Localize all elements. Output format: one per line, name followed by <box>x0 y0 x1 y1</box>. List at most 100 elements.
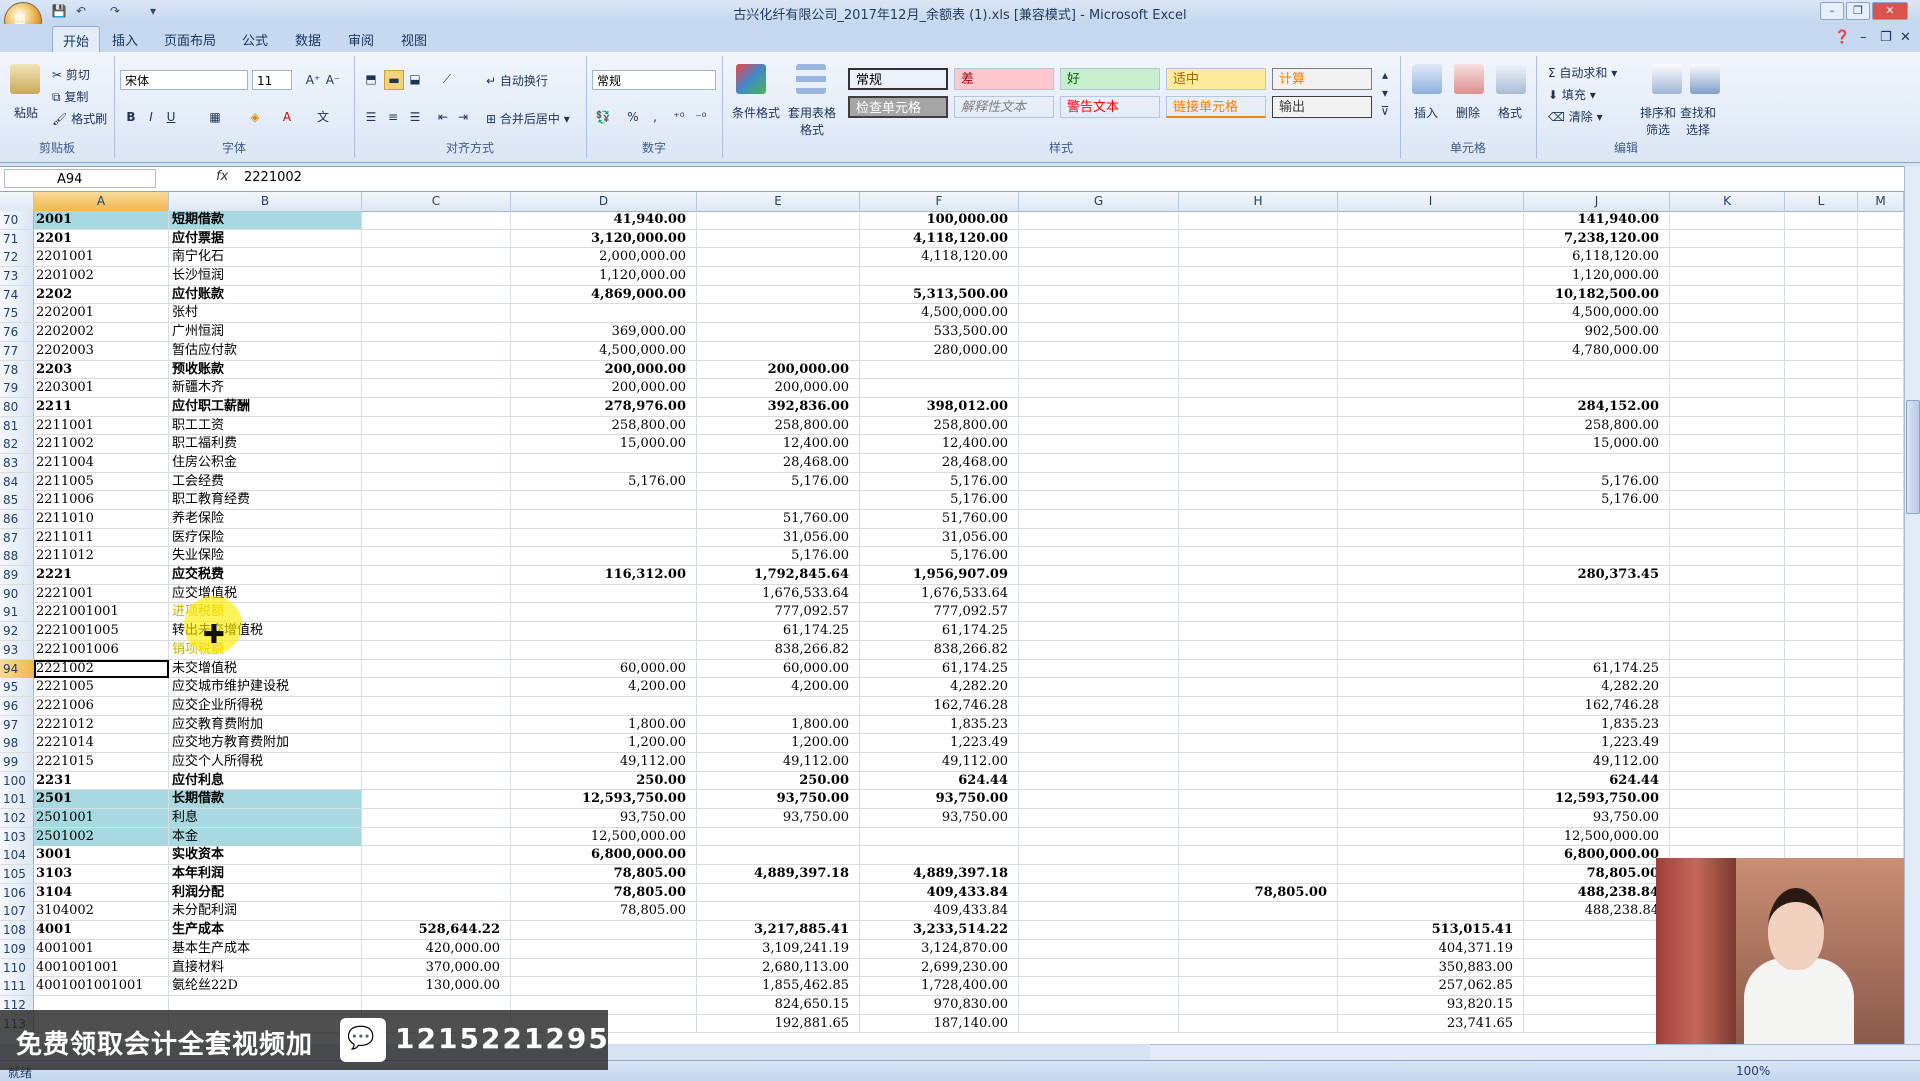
table-cell[interactable] <box>1858 379 1904 398</box>
table-cell[interactable] <box>1019 790 1179 809</box>
table-cell[interactable]: 350,883.00 <box>1338 958 1524 977</box>
table-cell[interactable] <box>1338 846 1524 865</box>
table-cell[interactable] <box>362 696 511 715</box>
table-cell[interactable]: 2221001 <box>34 584 169 603</box>
font-name-select[interactable]: 宋体 <box>120 70 248 90</box>
table-cell[interactable] <box>1670 341 1785 360</box>
table-cell[interactable]: 4,118,120.00 <box>860 248 1019 267</box>
table-cell[interactable] <box>1019 510 1179 528</box>
table-cell[interactable]: 93,750.00 <box>860 809 1019 827</box>
table-cell[interactable] <box>362 360 511 379</box>
table-cell[interactable] <box>860 379 1019 398</box>
table-cell[interactable] <box>362 640 511 659</box>
formula-input[interactable]: 2221002 <box>244 170 302 185</box>
table-cell[interactable] <box>1179 285 1338 304</box>
table-cell[interactable] <box>697 304 860 323</box>
table-cell[interactable] <box>1338 360 1524 379</box>
table-cell[interactable] <box>1524 379 1670 398</box>
table-cell[interactable] <box>1670 603 1785 622</box>
table-cell[interactable]: 93,750.00 <box>697 809 860 827</box>
table-cell[interactable] <box>1019 715 1179 734</box>
table-cell[interactable] <box>362 379 511 398</box>
table-cell[interactable]: 3,120,000.00 <box>511 229 697 248</box>
table-cell[interactable]: 短期借款 <box>169 211 362 229</box>
wrap-text-button[interactable]: ↵ 自动换行 <box>486 72 548 89</box>
table-cell[interactable] <box>1179 752 1338 771</box>
table-cell[interactable] <box>1179 865 1338 884</box>
vertical-scrollbar[interactable] <box>1904 166 1920 1044</box>
table-cell[interactable] <box>1785 547 1858 566</box>
table-cell[interactable] <box>511 977 697 996</box>
table-cell[interactable] <box>1670 659 1785 678</box>
table-cell[interactable]: 2231 <box>34 771 169 790</box>
table-cell[interactable]: 住房公积金 <box>169 453 362 472</box>
table-cell[interactable]: 本金 <box>169 827 362 846</box>
table-cell[interactable] <box>1670 734 1785 753</box>
table-cell[interactable] <box>1179 360 1338 379</box>
table-cell[interactable] <box>1858 603 1904 622</box>
table-cell[interactable]: 3,124,870.00 <box>860 939 1019 958</box>
merge-center-button[interactable]: ⊞ 合并后居中 ▾ <box>486 110 570 127</box>
row-header[interactable]: 97 <box>0 715 34 734</box>
decrease-indent-icon[interactable]: ⇤ <box>434 108 452 126</box>
table-cell[interactable] <box>1179 304 1338 323</box>
table-cell[interactable]: 1,200.00 <box>511 734 697 753</box>
table-cell[interactable] <box>1858 752 1904 771</box>
table-cell[interactable] <box>1524 584 1670 603</box>
table-cell[interactable]: 5,176.00 <box>697 547 860 566</box>
table-cell[interactable]: 1,956,907.09 <box>860 566 1019 585</box>
table-cell[interactable]: 4001 <box>34 921 169 940</box>
table-cell[interactable] <box>1019 453 1179 472</box>
table-cell[interactable] <box>1785 790 1858 809</box>
table-cell[interactable]: 2211011 <box>34 528 169 547</box>
table-cell[interactable] <box>1179 939 1338 958</box>
table-cell[interactable]: 2221001006 <box>34 640 169 659</box>
table-cell[interactable] <box>362 397 511 416</box>
table-cell[interactable] <box>362 827 511 846</box>
table-cell[interactable]: 张村 <box>169 304 362 323</box>
table-cell[interactable]: 应付职工薪酬 <box>169 397 362 416</box>
table-cell[interactable]: 280,000.00 <box>860 341 1019 360</box>
table-cell[interactable] <box>1338 584 1524 603</box>
table-cell[interactable]: 4001001001 <box>34 958 169 977</box>
table-cell[interactable] <box>1338 267 1524 286</box>
table-cell[interactable]: 12,500,000.00 <box>511 827 697 846</box>
style-explanatory[interactable]: 解释性文本 <box>954 96 1054 118</box>
table-cell[interactable] <box>1338 790 1524 809</box>
font-size-select[interactable]: 11 <box>252 70 292 90</box>
table-cell[interactable]: 5,176.00 <box>1524 472 1670 491</box>
table-cell[interactable] <box>1524 360 1670 379</box>
table-cell[interactable] <box>1179 827 1338 846</box>
table-cell[interactable]: 488,238.84 <box>1524 902 1670 921</box>
table-cell[interactable] <box>1019 678 1179 697</box>
table-cell[interactable]: 5,176.00 <box>697 472 860 491</box>
table-cell[interactable] <box>362 734 511 753</box>
row-header[interactable]: 72 <box>0 248 34 267</box>
table-cell[interactable] <box>1179 341 1338 360</box>
table-cell[interactable]: 2202001 <box>34 304 169 323</box>
table-cell[interactable]: 528,644.22 <box>362 921 511 940</box>
table-cell[interactable] <box>1019 472 1179 491</box>
table-cell[interactable]: 10,182,500.00 <box>1524 285 1670 304</box>
table-cell[interactable] <box>1785 211 1858 229</box>
table-cell[interactable] <box>1338 248 1524 267</box>
table-cell[interactable] <box>1179 659 1338 678</box>
table-cell[interactable]: 2211002 <box>34 435 169 454</box>
row-header[interactable]: 89 <box>0 566 34 585</box>
table-cell[interactable] <box>511 547 697 566</box>
table-cell[interactable]: 2221015 <box>34 752 169 771</box>
table-cell[interactable] <box>1019 285 1179 304</box>
table-cell[interactable]: 3104 <box>34 883 169 902</box>
paste-button[interactable]: 粘贴 <box>14 104 38 121</box>
table-cell[interactable] <box>1179 734 1338 753</box>
table-cell[interactable] <box>1179 435 1338 454</box>
format-painter-button[interactable]: 🖌 格式刷 <box>52 110 107 127</box>
column-header[interactable]: F <box>860 192 1019 211</box>
table-cell[interactable] <box>1785 771 1858 790</box>
table-cell[interactable] <box>1858 696 1904 715</box>
table-cell[interactable]: 28,468.00 <box>860 453 1019 472</box>
table-cell[interactable]: 93,750.00 <box>860 790 1019 809</box>
table-cell[interactable] <box>1019 771 1179 790</box>
row-header[interactable]: 70 <box>0 211 34 229</box>
row-header[interactable]: 78 <box>0 360 34 379</box>
